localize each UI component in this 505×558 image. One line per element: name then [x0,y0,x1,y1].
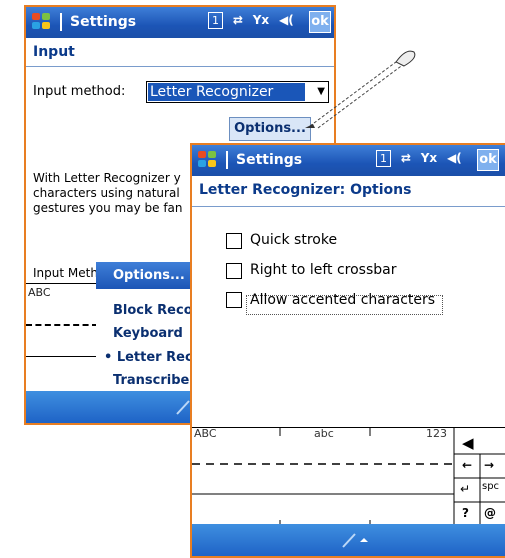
guide-baseline [26,356,98,357]
connectivity-icon[interactable]: ⇄ [401,151,411,165]
quick-stroke-checkbox[interactable] [226,233,242,249]
input-method-value: Letter Recognizer [148,83,305,101]
menu-item-letter[interactable]: • Letter Rec [104,350,193,365]
menu-item-block[interactable]: Block Reco [113,303,193,318]
letter-recognizer-panel[interactable]: ABC abc 123 ◀ ← → ↵ spc ? @ [192,427,505,528]
volume-icon[interactable]: ◀( [447,151,462,165]
status-icons: 1 ⇄ Yx ◀( [208,12,294,29]
connectivity-icon[interactable]: ⇄ [233,13,243,27]
signal-icon[interactable]: Yx [253,13,269,27]
allow-accented-label[interactable]: Allow accented characters [250,292,435,308]
input-method-label: Input method: [33,84,126,99]
stylus-icon [305,50,416,129]
at-key[interactable]: @ [484,506,496,520]
right-to-left-crossbar-label[interactable]: Right to left crossbar [250,262,396,278]
enter-icon[interactable]: ↵ [460,482,470,496]
front-ok-button[interactable]: ok [477,149,499,171]
front-title: Settings [226,151,302,169]
back-page-title: Input [33,44,75,60]
menu-item-keyboard[interactable]: Keyboard [113,326,183,341]
indicator-1-icon[interactable]: 1 [208,12,223,29]
front-settings-window: Settings 1 ⇄ Yx ◀( ok Letter Recognizer:… [190,143,505,558]
options-button[interactable]: Options... [229,117,311,141]
question-key[interactable]: ? [462,506,469,520]
volume-icon[interactable]: ◀( [279,13,294,27]
backspace-icon[interactable]: ◀ [462,434,474,452]
back-abc-label: ABC [28,286,51,299]
indicator-1-icon[interactable]: 1 [376,150,391,167]
start-logo-icon[interactable] [32,13,52,31]
back-title: Settings [60,13,136,31]
signal-icon[interactable]: Yx [421,151,437,165]
back-ok-button[interactable]: ok [309,11,331,33]
status-icons: 1 ⇄ Yx ◀( [376,150,462,167]
space-key[interactable]: spc [482,481,499,492]
right-arrow-key[interactable]: → [484,458,494,472]
allow-accented-checkbox[interactable] [226,292,242,308]
back-page-heading: Input [26,38,334,67]
start-logo-icon[interactable] [198,151,218,169]
input-method-tab[interactable]: Input Meth [33,266,98,280]
front-page-title: Letter Recognizer: Options [199,182,412,198]
front-bottom-bar [192,524,505,556]
front-title-bar: Settings 1 ⇄ Yx ◀( ok [192,145,505,176]
guide-dashed-line [26,324,98,326]
pen-icon[interactable] [340,531,370,549]
back-title-bar: Settings 1 ⇄ Yx ◀( ok [26,7,334,38]
left-arrow-key[interactable]: ← [462,458,472,472]
menu-item-transcriber[interactable]: Transcribe [113,373,189,388]
right-to-left-crossbar-checkbox[interactable] [226,263,242,279]
front-page-heading: Letter Recognizer: Options [192,176,505,207]
quick-stroke-label[interactable]: Quick stroke [250,232,337,248]
recognizer-grid [192,428,505,528]
